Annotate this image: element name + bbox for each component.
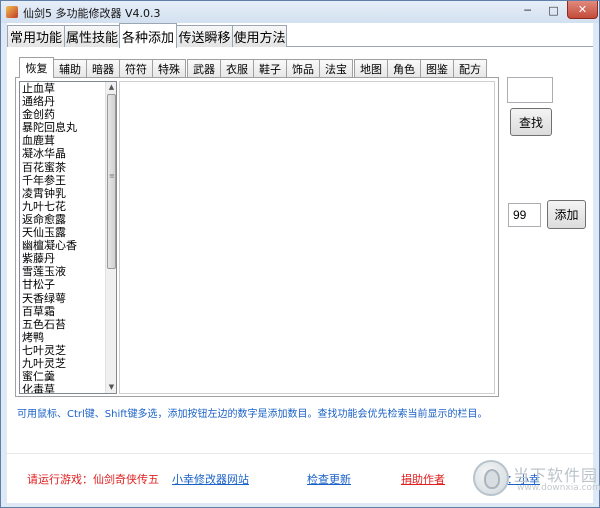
list-scrollbar[interactable]: ▲ ≡ ▼ <box>105 82 116 393</box>
list-item[interactable]: 烤鸭 <box>20 331 116 344</box>
subtab-codex[interactable]: 图鉴 <box>420 59 454 77</box>
item-detail-panel <box>119 81 495 394</box>
list-item[interactable]: 凌霄钟乳 <box>20 187 116 200</box>
list-item[interactable]: 天香绿萼 <box>20 292 116 305</box>
subtab-weapon[interactable]: 武器 <box>187 59 221 77</box>
list-item[interactable]: 蜜仁羹 <box>20 370 116 383</box>
usage-hint: 可用鼠标、Ctrl键、Shift键多选，添加按钮左边的数字是添加数目。查找功能会… <box>17 409 488 420</box>
subtab-character[interactable]: 角色 <box>387 59 421 77</box>
list-item[interactable]: 返命愈露 <box>20 213 116 226</box>
subtab-support[interactable]: 辅助 <box>53 59 87 77</box>
list-item[interactable]: 雪莲玉液 <box>20 265 116 278</box>
subtab-clothes[interactable]: 衣服 <box>220 59 254 77</box>
item-listbox[interactable]: 止血草 通络丹 金创药 暴陀回息丸 血鹿茸 凝冰华晶 百花蜜茶 千年参王 凌霄钟… <box>19 81 117 394</box>
list-item[interactable]: 千年参王 <box>20 174 116 187</box>
scroll-thumb[interactable]: ≡ <box>107 94 116 269</box>
close-button[interactable]: ✕ <box>567 1 598 19</box>
watermark-logo-inner <box>484 469 500 489</box>
subtab-map[interactable]: 地图 <box>354 59 388 77</box>
list-item[interactable]: 紫藤丹 <box>20 252 116 265</box>
check-update-link[interactable]: 检查更新 <box>307 471 351 487</box>
grip-icon: ≡ <box>109 172 115 180</box>
search-input[interactable] <box>507 77 553 103</box>
list-item[interactable]: 血鹿茸 <box>20 134 116 147</box>
list-item[interactable]: 化毒草 <box>20 383 116 393</box>
footer-divider <box>7 453 593 454</box>
tab-attributes[interactable]: 属性技能 <box>64 25 120 47</box>
scroll-down-icon[interactable]: ▼ <box>107 382 116 393</box>
game-status: 请运行游戏：仙剑奇侠传五 <box>27 473 159 486</box>
list-item[interactable]: 七叶灵芝 <box>20 344 116 357</box>
item-list: 止血草 通络丹 金创药 暴陀回息丸 血鹿茸 凝冰华晶 百花蜜茶 千年参王 凌霄钟… <box>20 82 116 393</box>
maximize-button[interactable]: □ <box>541 1 566 19</box>
list-item[interactable]: 天仙玉露 <box>20 226 116 239</box>
add-button[interactable]: 添加 <box>547 200 586 229</box>
list-item[interactable]: 止血草 <box>20 82 116 95</box>
title-bar[interactable]: 仙剑5 多功能修改器 V4.0.3 ─ □ ✕ <box>1 1 599 23</box>
subtab-recovery[interactable]: 恢复 <box>19 57 54 78</box>
tab-content: 止血草 通络丹 金创药 暴陀回息丸 血鹿茸 凝冰华晶 百花蜜茶 千年参王 凌霄钟… <box>15 77 499 397</box>
subtab-talisman[interactable]: 符符 <box>119 59 153 77</box>
main-tab-bar: 常用功能 属性技能 各种添加 传送瞬移 使用方法 <box>7 23 593 48</box>
watermark-logo-icon <box>473 460 509 496</box>
search-button[interactable]: 查找 <box>510 108 552 136</box>
list-item[interactable]: 金创药 <box>20 108 116 121</box>
subtab-special[interactable]: 特殊 <box>152 59 186 77</box>
list-item[interactable]: 百花蜜茶 <box>20 161 116 174</box>
window-title: 仙剑5 多功能修改器 V4.0.3 <box>23 7 161 20</box>
app-icon <box>6 6 18 18</box>
tab-add-items[interactable]: 各种添加 <box>119 23 177 48</box>
scroll-up-icon[interactable]: ▲ <box>107 82 116 93</box>
list-item[interactable]: 甘松子 <box>20 278 116 291</box>
client-area: 常用功能 属性技能 各种添加 传送瞬移 使用方法 恢复 辅助 暗器 符符 特殊 … <box>7 23 600 503</box>
list-item[interactable]: 凝冰华晶 <box>20 147 116 160</box>
subtab-recipe[interactable]: 配方 <box>453 59 487 77</box>
minimize-button[interactable]: ─ <box>515 1 540 19</box>
list-item[interactable]: 九叶七花 <box>20 200 116 213</box>
subtab-shoes[interactable]: 鞋子 <box>253 59 287 77</box>
subtab-artifact[interactable]: 法宝 <box>319 59 353 77</box>
list-item[interactable]: 五色石苔 <box>20 318 116 331</box>
list-item[interactable]: 通络丹 <box>20 95 116 108</box>
tab-common[interactable]: 常用功能 <box>7 25 65 47</box>
watermark: 当下软件园 www.downxia.com <box>473 460 600 500</box>
donate-link[interactable]: 捐助作者 <box>401 471 445 487</box>
list-item[interactable]: 暴陀回息丸 <box>20 121 116 134</box>
app-window: 仙剑5 多功能修改器 V4.0.3 ─ □ ✕ 常用功能 属性技能 各种添加 传… <box>0 0 600 508</box>
list-item[interactable]: 百草霜 <box>20 305 116 318</box>
tab-teleport[interactable]: 传送瞬移 <box>176 25 233 47</box>
list-item[interactable]: 九叶灵芝 <box>20 357 116 370</box>
site-link[interactable]: 小幸修改器网站 <box>172 471 249 487</box>
quantity-input[interactable] <box>508 203 541 227</box>
subtab-hidden-weapon[interactable]: 暗器 <box>86 59 120 77</box>
watermark-url: www.downxia.com <box>517 483 600 493</box>
list-item[interactable]: 幽檀凝心香 <box>20 239 116 252</box>
subtab-accessory[interactable]: 饰品 <box>286 59 320 77</box>
tab-usage[interactable]: 使用方法 <box>232 25 287 47</box>
